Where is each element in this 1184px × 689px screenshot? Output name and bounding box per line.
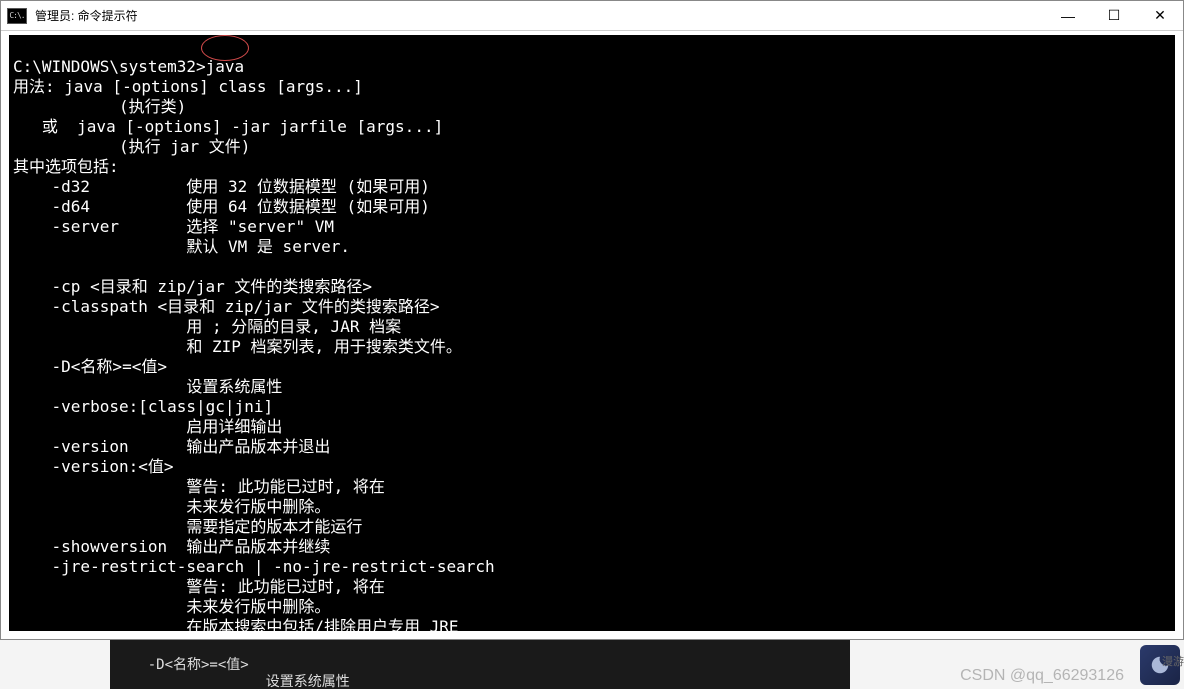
- prompt-command: java: [206, 57, 245, 76]
- output-line: -classpath <目录和 zip/jar 文件的类搜索路径>: [13, 297, 439, 316]
- background-console: -D<名称>=<值> 设置系统属性 -verbose:[class|gc|jni…: [110, 640, 850, 689]
- window-title: 管理员: 命令提示符: [35, 7, 138, 24]
- output-line: 未来发行版中删除。: [13, 497, 330, 516]
- close-button[interactable]: ✕: [1137, 1, 1183, 30]
- console-output[interactable]: C:\WINDOWS\system32>java 用法: java [-opti…: [9, 35, 1175, 631]
- output-line: -verbose:[class|gc|jni]: [13, 397, 273, 416]
- output-line: (执行 jar 文件): [13, 137, 250, 156]
- output-line: 默认 VM 是 server.: [13, 237, 350, 256]
- app-icon-text: C:\.: [9, 11, 24, 20]
- output-line: 设置系统属性: [13, 377, 282, 396]
- output-line: 用法: java [-options] class [args...]: [13, 77, 363, 96]
- watermark-text: CSDN @qq_66293126: [960, 667, 1124, 685]
- output-line: -server 选择 "server" VM: [13, 217, 334, 236]
- tray-app-label: 漫游: [1162, 653, 1184, 669]
- output-line: -d32 使用 32 位数据模型 (如果可用): [13, 177, 430, 196]
- output-line: 其中选项包括:: [13, 157, 119, 176]
- output-line: 和 ZIP 档案列表, 用于搜索类文件。: [13, 337, 462, 356]
- output-line: -D<名称>=<值>: [13, 357, 167, 376]
- output-line: -jre-restrict-search | -no-jre-restrict-…: [13, 557, 495, 576]
- prompt-path: C:\WINDOWS\system32>: [13, 57, 206, 76]
- ghost-line: -D<名称>=<值>: [114, 657, 249, 673]
- titlebar[interactable]: C:\. 管理员: 命令提示符 — ☐ ✕: [1, 1, 1183, 31]
- output-line: -showversion 输出产品版本并继续: [13, 537, 330, 556]
- output-line: 启用详细输出: [13, 417, 282, 436]
- output-line: 或 java [-options] -jar jarfile [args...]: [13, 117, 443, 136]
- output-line: 未来发行版中删除。: [13, 597, 330, 616]
- window-controls: — ☐ ✕: [1045, 1, 1183, 30]
- output-line: -version 输出产品版本并退出: [13, 437, 330, 456]
- cmd-window: C:\. 管理员: 命令提示符 — ☐ ✕ C:\WINDOWS\system3…: [0, 0, 1184, 640]
- output-line: (执行类): [13, 97, 186, 116]
- output-line: 需要指定的版本才能运行: [13, 517, 362, 536]
- output-line: 在版本搜索中包括/排除用户专用 JRE: [13, 617, 459, 631]
- ghost-line: 设置系统属性: [114, 674, 350, 689]
- output-line: -cp <目录和 zip/jar 文件的类搜索路径>: [13, 277, 372, 296]
- app-icon: C:\.: [7, 8, 27, 24]
- output-line: -version:<值>: [13, 457, 174, 476]
- minimize-button[interactable]: —: [1045, 1, 1091, 30]
- maximize-button[interactable]: ☐: [1091, 1, 1137, 30]
- output-line: 警告: 此功能已过时, 将在: [13, 577, 385, 596]
- output-line: 警告: 此功能已过时, 将在: [13, 477, 385, 496]
- output-line: 用 ; 分隔的目录, JAR 档案: [13, 317, 401, 336]
- output-line: -d64 使用 64 位数据模型 (如果可用): [13, 197, 430, 216]
